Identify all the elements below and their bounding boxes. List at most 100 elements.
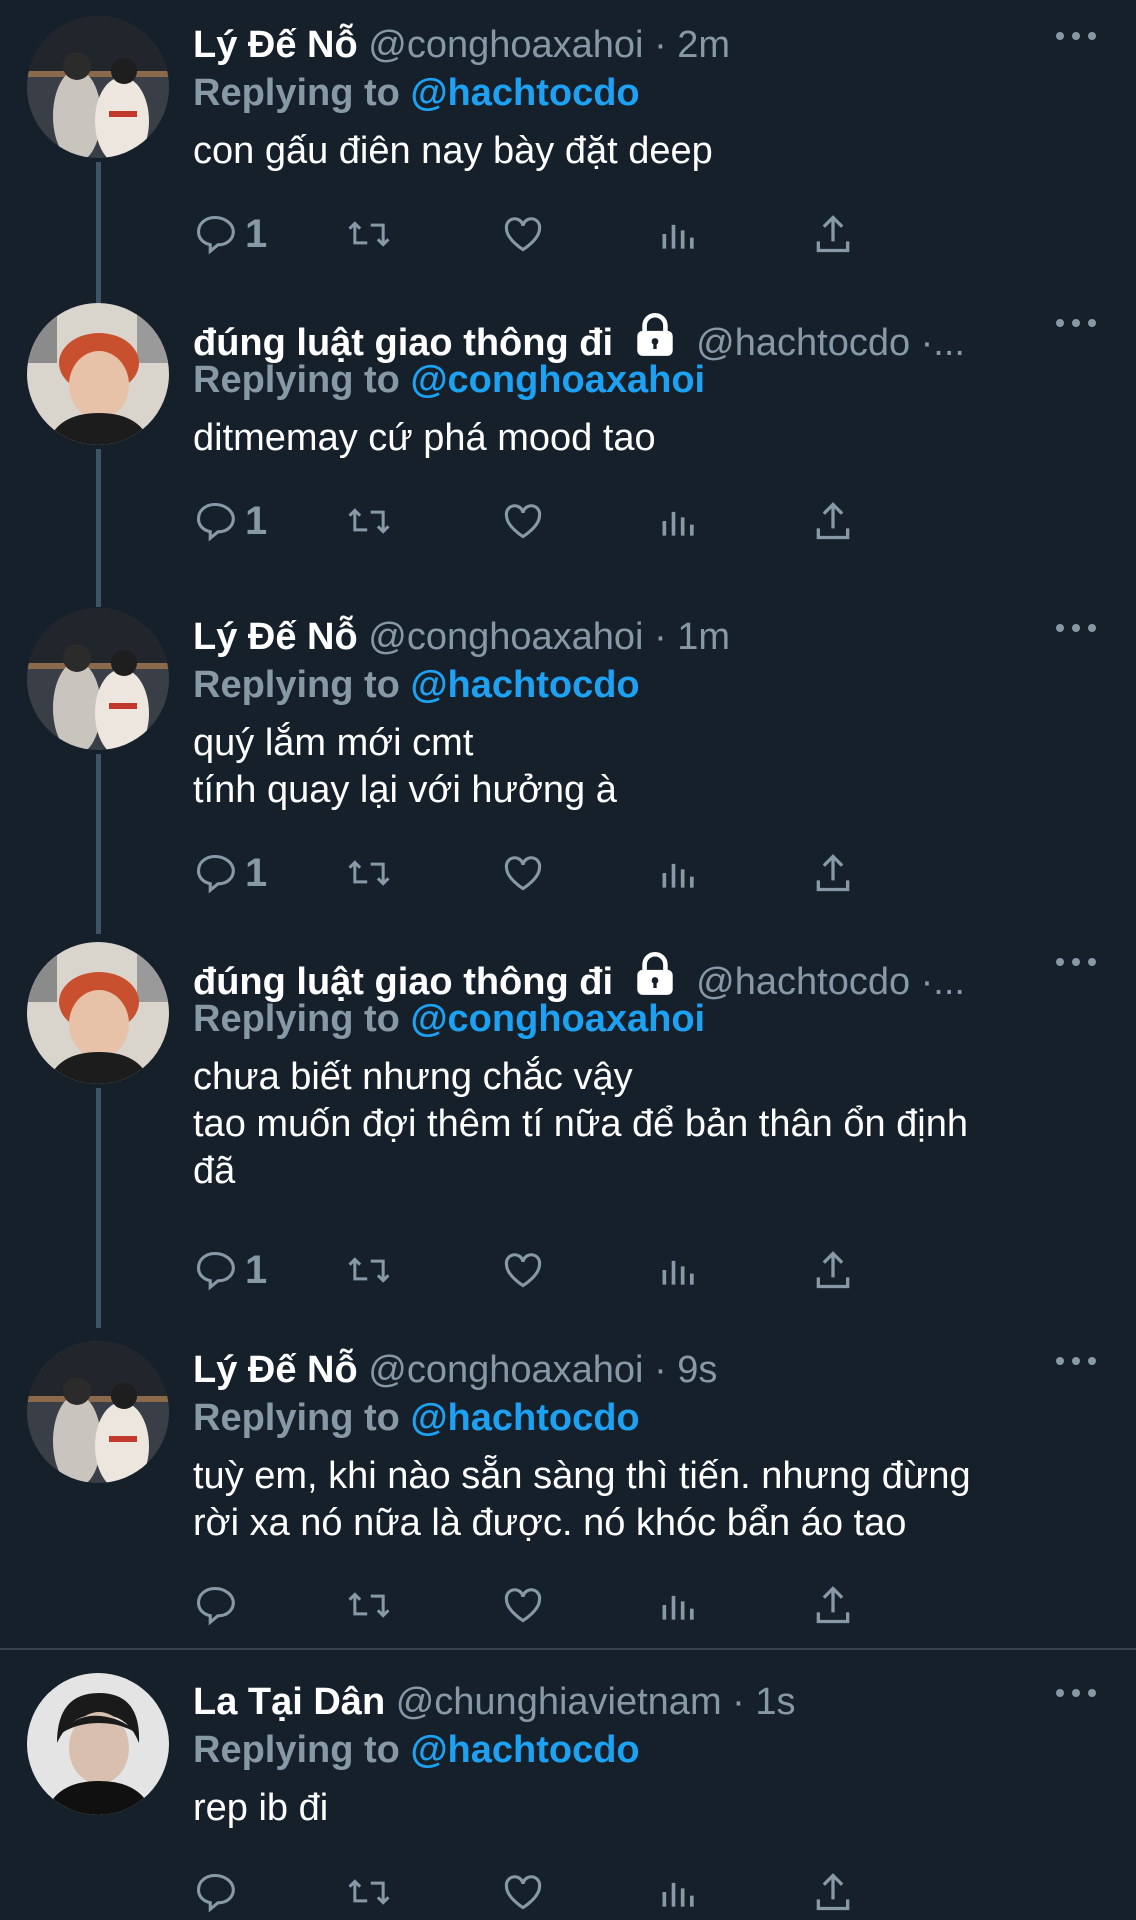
analytics-button[interactable] — [657, 208, 701, 260]
analytics-button[interactable] — [657, 495, 701, 547]
more-icon[interactable] — [1056, 1351, 1096, 1371]
replying-to-handle[interactable]: @conghoaxahoi — [410, 998, 705, 1040]
thread-line — [96, 754, 101, 934]
retweet-icon — [348, 508, 390, 534]
share-icon — [816, 1873, 850, 1911]
reply-icon — [196, 1586, 235, 1626]
replying-to: Replying to @conghoaxahoi — [193, 996, 705, 1042]
more-icon[interactable] — [1056, 618, 1096, 638]
avatar[interactable] — [27, 608, 169, 750]
tweet-text: con gấu điên nay bày đặt deep — [193, 130, 713, 172]
display-name[interactable]: La Tại Dân — [193, 1681, 385, 1723]
handle[interactable]: @hachtocdo ·... — [696, 961, 965, 1003]
timestamp[interactable]: · 1s — [732, 1681, 795, 1723]
replying-to-handle[interactable]: @hachtocdo — [410, 72, 639, 114]
more-icon[interactable] — [1056, 952, 1096, 972]
share-button[interactable] — [811, 1579, 855, 1631]
share-button[interactable] — [811, 847, 855, 899]
tweet-text: chưa biết nhưng chắc vậy tao muốn đợi th… — [193, 1056, 968, 1192]
like-button[interactable] — [501, 495, 545, 547]
reply-button[interactable]: 1 — [193, 1244, 267, 1296]
handle[interactable]: @conghoaxahoi — [368, 616, 643, 658]
analytics-button[interactable] — [657, 1866, 701, 1918]
more-icon[interactable] — [1056, 1683, 1096, 1703]
retweet-button[interactable] — [346, 1866, 392, 1918]
like-button[interactable] — [501, 208, 545, 260]
like-icon — [504, 856, 542, 891]
avatar[interactable] — [27, 942, 169, 1084]
retweet-button[interactable] — [346, 208, 392, 260]
tweet-header: Lý Đế Nỗ @conghoaxahoi · 2m — [193, 22, 1026, 68]
reply-icon — [196, 215, 235, 255]
tweet-header: La Tại Dân @chunghiavietnam · 1s — [193, 1679, 1026, 1725]
share-icon — [816, 854, 850, 892]
action-bar: 1 — [193, 1244, 1013, 1296]
analytics-button[interactable] — [657, 847, 701, 899]
reply-button[interactable] — [193, 1866, 245, 1918]
like-icon — [504, 217, 542, 252]
handle[interactable]: @conghoaxahoi — [368, 1349, 643, 1391]
avatar[interactable] — [27, 16, 169, 158]
like-button[interactable] — [501, 1244, 545, 1296]
reply-button[interactable]: 1 — [193, 495, 267, 547]
reply-icon — [196, 502, 235, 542]
action-bar — [193, 1579, 1013, 1631]
reply-icon — [196, 854, 235, 894]
replying-to-handle[interactable]: @hachtocdo — [410, 1729, 639, 1771]
replying-to-handle[interactable]: @hachtocdo — [410, 1397, 639, 1439]
reply-button[interactable]: 1 — [193, 847, 267, 899]
handle[interactable]: @conghoaxahoi — [368, 24, 643, 66]
more-icon[interactable] — [1056, 26, 1096, 46]
retweet-button[interactable] — [346, 1244, 392, 1296]
analytics-button[interactable] — [657, 1579, 701, 1631]
tweet-header: Lý Đế Nỗ @conghoaxahoi · 9s — [193, 1347, 1026, 1393]
reply-button[interactable] — [193, 1579, 245, 1631]
analytics-icon — [662, 511, 694, 536]
tweet-text: ditmemay cứ phá mood tao — [193, 417, 656, 459]
like-button[interactable] — [501, 1579, 545, 1631]
retweet-button[interactable] — [346, 1579, 392, 1631]
retweet-icon — [348, 860, 390, 886]
avatar[interactable] — [27, 1341, 169, 1483]
thread-line — [96, 1088, 101, 1328]
replying-to-label: Replying to — [193, 1729, 400, 1771]
retweet-button[interactable] — [346, 847, 392, 899]
analytics-icon — [662, 863, 694, 888]
handle[interactable]: @chunghiavietnam — [396, 1681, 722, 1723]
action-bar: 1 — [193, 847, 1013, 899]
avatar[interactable] — [27, 303, 169, 445]
timestamp[interactable]: · 9s — [654, 1349, 717, 1391]
tweet-text: rep ib đi — [193, 1787, 329, 1829]
timestamp[interactable]: · 2m — [654, 24, 730, 66]
display-name[interactable]: Lý Đế Nỗ — [193, 616, 358, 658]
like-button[interactable] — [501, 847, 545, 899]
replying-to: Replying to @conghoaxahoi — [193, 357, 705, 403]
analytics-icon — [662, 1595, 694, 1620]
share-button[interactable] — [811, 1244, 855, 1296]
more-icon[interactable] — [1056, 313, 1096, 333]
replying-to-label: Replying to — [193, 72, 400, 114]
avatar[interactable] — [27, 1673, 169, 1815]
reply-icon — [196, 1873, 235, 1913]
share-icon — [816, 1586, 850, 1624]
share-button[interactable] — [811, 208, 855, 260]
handle[interactable]: @hachtocdo ·... — [696, 322, 965, 364]
replying-to-handle[interactable]: @conghoaxahoi — [410, 359, 705, 401]
action-bar: 1 — [193, 208, 1013, 260]
timestamp[interactable]: · 1m — [654, 616, 730, 658]
action-bar — [193, 1866, 1013, 1918]
like-button[interactable] — [501, 1866, 545, 1918]
replying-to-handle[interactable]: @hachtocdo — [410, 664, 639, 706]
share-button[interactable] — [811, 1866, 855, 1918]
retweet-button[interactable] — [346, 495, 392, 547]
retweet-icon — [348, 1879, 390, 1905]
lock-icon — [636, 313, 673, 356]
share-button[interactable] — [811, 495, 855, 547]
display-name[interactable]: Lý Đế Nỗ — [193, 1349, 358, 1391]
thread-line — [96, 162, 101, 306]
analytics-button[interactable] — [657, 1244, 701, 1296]
like-icon — [504, 504, 542, 539]
reply-icon — [196, 1251, 235, 1291]
reply-button[interactable]: 1 — [193, 208, 267, 260]
display-name[interactable]: Lý Đế Nỗ — [193, 24, 358, 66]
